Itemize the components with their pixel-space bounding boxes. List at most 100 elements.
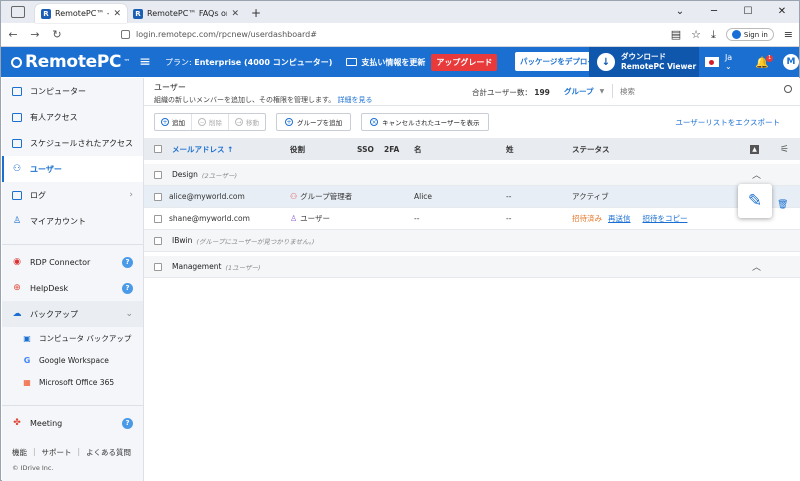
group-count: (グループにユーザーが見つかりません。) [196,237,315,246]
chevron-down-icon: ⌄ [125,309,133,319]
group-checkbox[interactable] [154,236,162,245]
user-avatar[interactable]: M [783,54,799,70]
group-checkbox[interactable] [154,170,162,179]
new-tab-icon[interactable]: + [251,6,261,20]
search-icon[interactable] [784,85,792,93]
user-last-name: -- [506,214,512,223]
back-icon[interactable]: ← [7,28,19,41]
upgrade-button[interactable]: アップグレード [431,53,498,71]
browser-toolbar: ← → ↻ login.remotepc.com/rpcnew/userdash… [1,23,799,47]
sidebar-item-my-account[interactable]: ♙ マイアカウント [2,208,143,234]
add-group-button[interactable]: + グループを追加 [276,113,352,131]
group-filter-select[interactable]: グループ ▼ [564,84,614,98]
notification-badge: 1 [766,54,774,62]
remotepc-logo[interactable]: RemotePC ™ [1,52,133,72]
sidebar-item-backup[interactable]: ☁ バックアップ ⌄ [2,301,143,327]
sidebar-item-logs[interactable]: ログ › [2,182,143,208]
column-email[interactable]: メールアドレス ↑ [172,138,233,160]
maximize-icon[interactable]: ☐ [731,1,765,23]
sidebar-item-rdp-connector[interactable]: ◉ RDP Connector? [2,249,143,275]
group-checkbox[interactable] [154,262,162,271]
search-input[interactable]: 検索 [620,86,635,97]
filter-sliders-icon[interactable]: ⚟ [780,138,789,160]
sign-in-button[interactable]: Sign in [725,28,774,41]
language-select[interactable]: Ja ⌄ [725,53,741,71]
collapse-chevron-up-icon[interactable]: ︿ [752,256,761,277]
reload-icon[interactable]: ↻ [51,28,63,41]
group-row-management[interactable]: Management (1ユーザー) ︿ [144,256,800,278]
sidebar-subitem-google-workspace[interactable]: G Google Workspace [2,349,143,371]
add-user-button[interactable]: + 追加 [155,114,192,130]
tab-overview-icon[interactable] [11,6,25,18]
collapse-chevron-up-icon[interactable]: ︿ [752,164,761,185]
column-last-name: 姓 [506,144,514,154]
browser-tab[interactable]: R RemotePC™ FAQs on Security ✕ [127,4,245,23]
user-role: グループ管理者 [300,192,353,201]
trash-icon[interactable]: 🗑 [777,200,788,210]
window-controls: ⌄ ─ ☐ ✕ [663,1,799,23]
update-payment-link[interactable]: 支払い情報を更新 [346,57,425,68]
move-user-button[interactable]: → 移動 [229,114,265,130]
sidebar-item-scheduled-access[interactable]: スケジュールされたアクセス [2,130,143,156]
close-window-icon[interactable]: ✕ [765,1,799,23]
url-text[interactable]: login.remotepc.com/rpcnew/userdashboard# [136,30,317,39]
hamburger-menu-icon[interactable]: ≡ [133,54,157,70]
close-tab-icon[interactable]: ✕ [231,9,239,19]
footer-link-faq[interactable]: よくある質問 [86,447,131,458]
sidebar-item-attended-access[interactable]: 有人アクセス [2,104,143,130]
column-sso: SSO [357,144,374,154]
users-icon: ⚇ [12,164,22,174]
download-viewer-button[interactable]: ↓ ダウンロード RemotePC Viewer [589,47,699,77]
edit-pencil-icon[interactable]: ✎ [738,184,772,218]
account-icon [731,30,741,39]
show-cancelled-users-button[interactable]: × キャンセルされたユーザーを表示 [361,113,489,131]
sidebar-subitem-computer-backup[interactable]: ▣ コンピュータ バックアップ [2,327,143,349]
resend-invite-link[interactable]: 再送信 [608,213,631,224]
group-row-design[interactable]: Design (2ユーザー) ︿ [144,164,800,186]
browser-window: R RemotePC™ - ユーザー管理 ✕ R RemotePC™ FAQs … [0,0,800,481]
forward-icon[interactable]: → [29,28,41,41]
sidebar-item-helpdesk[interactable]: ⊕ HelpDesk? [2,275,143,301]
footer-link-support[interactable]: サポート [42,447,72,458]
deploy-package-button[interactable]: パッケージをデプロイ [515,52,600,71]
reader-icon[interactable]: ▤ [671,28,681,41]
user-first-name: Alice [414,192,433,201]
cancelled-users-icon: × [370,118,379,126]
browser-tab-active[interactable]: R RemotePC™ - ユーザー管理 ✕ [35,4,127,23]
delete-user-button[interactable]: − 削除 [192,114,229,130]
help-icon[interactable]: ? [122,417,133,429]
bookmark-star-icon[interactable]: ☆ [691,28,701,41]
row-checkbox[interactable] [154,214,162,223]
column-role: 役割 [290,144,305,154]
address-bar[interactable]: login.remotepc.com/rpcnew/userdashboard# [121,26,661,44]
table-row[interactable]: alice@myworld.com ⚇ グループ管理者 Alice -- アクティ… [144,186,800,208]
help-icon[interactable]: ? [122,256,133,268]
sidebar-item-meeting[interactable]: ✤ Meeting? [2,410,143,436]
app-header: RemotePC ™ ≡ プラン: Enterprise (4000 コンピュータ… [1,47,799,77]
total-users: 合計ユーザー数： 199 [472,88,550,97]
notification-bell-icon[interactable]: 🔔 1 [755,54,774,69]
tab-menu-icon[interactable]: ⌄ [663,1,697,23]
learn-more-link[interactable]: 詳細を見る [338,96,373,104]
sidebar-item-computers[interactable]: コンピューター [2,78,143,104]
sidebar: コンピューター 有人アクセス スケジュールされたアクセス ⚇ ユーザー ログ › ♙… [2,78,144,481]
table-row[interactable]: shane@myworld.com ♙ ユーザー -- -- 招待済み 再送信 招… [144,208,800,230]
download-icon[interactable]: ⤓ [711,28,716,42]
sidebar-subitem-office365[interactable]: ▦ Microsoft Office 365 [2,371,143,393]
footer-link-features[interactable]: 機能 [12,447,27,458]
menu-icon[interactable]: ≡ [784,28,793,41]
copy-invite-link[interactable]: 招待をコピー [643,213,688,224]
column-config-icon[interactable]: ▲ [750,144,759,154]
users-topbar: ユーザー 組織の新しいメンバーを追加し、その権限を管理します。 詳細を見る 合計… [144,78,800,106]
close-tab-icon[interactable]: ✕ [113,9,121,19]
minimize-icon[interactable]: ─ [697,1,731,23]
select-all-checkbox[interactable] [154,145,162,153]
export-user-list-link[interactable]: ユーザーリストをエクスポート [675,117,780,128]
rdp-connector-icon: ◉ [13,257,21,267]
group-row-ibwin[interactable]: IBwin (グループにユーザーが見つかりません。) [144,230,800,252]
column-first-name: 名 [414,144,422,154]
help-icon[interactable]: ? [122,282,133,294]
row-checkbox[interactable] [154,192,162,201]
sidebar-item-users[interactable]: ⚇ ユーザー [2,156,143,182]
site-info-icon[interactable] [121,30,130,39]
